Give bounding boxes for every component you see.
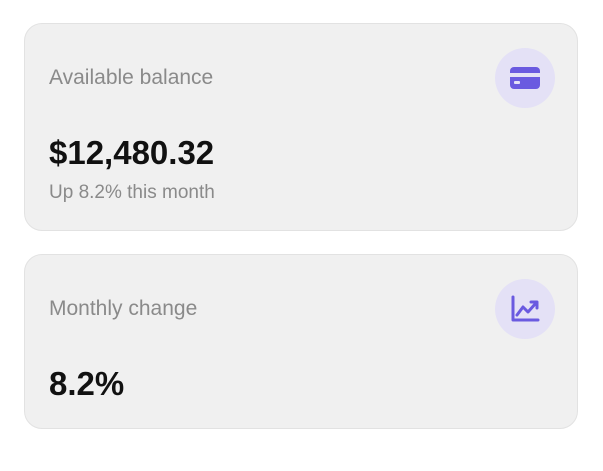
balance-label: Available balance [49, 66, 214, 89]
monthly-change-label: Monthly change [49, 297, 198, 320]
monthly-change-icon-badge [495, 279, 555, 339]
monthly-change-card: Monthly change 8.2% [24, 254, 578, 429]
balance-trend-text: Up 8.2% this month [49, 182, 215, 203]
monthly-change-value: 8.2% [49, 365, 125, 402]
line-chart-icon [511, 295, 540, 322]
balance-icon-badge [495, 48, 555, 108]
credit-card-icon [510, 67, 540, 89]
balance-amount: $12,480.32 [49, 134, 215, 171]
balance-card: Available balance $12,480.32 Up 8.2% thi… [24, 23, 578, 231]
